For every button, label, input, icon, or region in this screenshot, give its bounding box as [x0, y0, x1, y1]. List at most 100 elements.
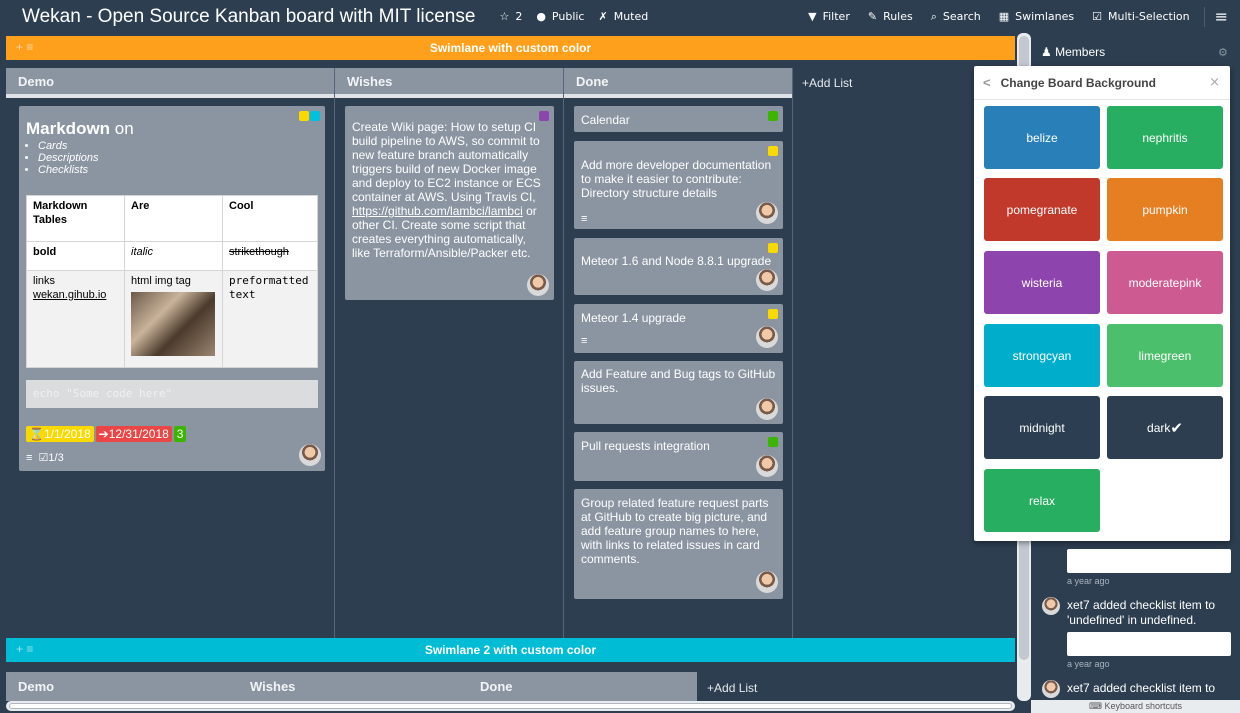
card-meteor14[interactable]: Meteor 1.4 upgrade ≡ — [574, 304, 783, 353]
comment-box[interactable] — [1067, 549, 1231, 573]
add-list-button[interactable]: +Add List — [802, 76, 852, 90]
card-pull-requests[interactable]: Pull requests integration — [574, 432, 783, 481]
card-labels — [299, 111, 320, 121]
add-list-button-2[interactable]: +Add List — [707, 681, 757, 695]
due-date-badge[interactable]: ➔12/31/2018 — [95, 426, 172, 442]
watch-button[interactable]: ✗ Muted — [598, 10, 648, 23]
comment-box[interactable] — [1067, 632, 1231, 656]
background-limegreen[interactable]: limegreen — [1107, 324, 1223, 387]
start-date-badge[interactable]: ⌛1/1/2018 — [26, 426, 94, 442]
card-feature-groups[interactable]: Group related feature request parts at G… — [574, 489, 783, 599]
search-label: Search — [942, 10, 981, 23]
visibility-label: Public — [551, 10, 585, 23]
swimlane-1-controls-icon[interactable]: + ≡ — [16, 40, 33, 54]
background-relax[interactable]: relax — [984, 469, 1100, 532]
card-wiki-ci[interactable]: Create Wiki page: How to setup CI build … — [345, 106, 554, 300]
list-header-done[interactable]: Done — [564, 68, 792, 98]
avatar[interactable] — [1042, 597, 1060, 615]
list-header-demo[interactable]: Demo — [6, 68, 334, 98]
swatch-label: pomegranate — [1006, 202, 1078, 217]
background-moderatepink[interactable]: moderatepink — [1107, 251, 1223, 314]
background-midnight[interactable]: midnight — [984, 396, 1100, 459]
spent-time-badge[interactable]: 3 — [173, 426, 187, 442]
avatar[interactable] — [756, 269, 778, 291]
gear-icon[interactable]: ⚙ — [1218, 46, 1228, 59]
avatar[interactable] — [756, 455, 778, 477]
card-dev-docs[interactable]: Add more developer documentation to make… — [574, 141, 783, 229]
list-header-done-2[interactable]: Done — [468, 672, 697, 701]
description-icon: ≡ — [26, 452, 33, 464]
list-header-wishes-2[interactable]: Wishes — [238, 672, 468, 701]
add-list-label: Add List — [809, 76, 853, 90]
swimlane-1-header[interactable]: + ≡ Swimlane with custom color — [6, 36, 1015, 60]
close-icon[interactable]: × — [1209, 75, 1220, 90]
avatar[interactable] — [1042, 680, 1060, 698]
hamburger-menu-icon[interactable]: ≡ — [1215, 7, 1228, 26]
members-label: Members — [1055, 45, 1106, 59]
swimlane-2-title: Swimlane 2 with custom color — [424, 643, 597, 657]
avatar[interactable] — [527, 274, 549, 296]
avatar[interactable] — [299, 444, 321, 466]
label-purple — [539, 111, 549, 121]
label-yellow — [299, 111, 309, 121]
add-list-label: Add List — [714, 681, 758, 695]
plus-icon: + — [802, 76, 810, 90]
card-title: Add Feature and Bug tags to GitHub issue… — [581, 367, 776, 395]
multi-selection-button[interactable]: ☑ Multi-Selection — [1092, 10, 1189, 23]
list-header-demo-2[interactable]: Demo — [6, 672, 238, 701]
cat-image — [131, 292, 215, 356]
swatch-label: midnight — [1019, 420, 1065, 435]
background-strongcyan[interactable]: strongcyan — [984, 324, 1100, 387]
lambci-link[interactable]: https://github.com/lambci/lambci — [352, 204, 523, 218]
rules-button[interactable]: ✎ Rules — [868, 10, 913, 23]
label-yellow — [768, 309, 778, 319]
table-header: Markdown Tables — [26, 195, 125, 242]
background-belize[interactable]: belize — [984, 106, 1100, 169]
swimlane-2-header[interactable]: + ≡ Swimlane 2 with custom color — [6, 638, 1015, 662]
background-nephritis[interactable]: nephritis — [1107, 106, 1223, 169]
background-pomegranate[interactable]: pomegranate — [984, 178, 1100, 241]
background-pumpkin[interactable]: pumpkin — [1107, 178, 1223, 241]
swatch-label: nephritis — [1142, 130, 1188, 145]
avatar[interactable] — [756, 398, 778, 420]
change-background-popup: < Change Board Background × belize nephr… — [974, 66, 1230, 541]
description-icon: ≡ — [581, 335, 588, 347]
card-markdown-demo[interactable]: Markdown on Cards Descriptions Checklist… — [19, 106, 325, 471]
code-block: echo "Some code here" — [26, 380, 318, 408]
board-title[interactable]: Wekan - Open Source Kanban board with MI… — [0, 6, 475, 28]
card-text: Create Wiki page: How to setup CI build … — [352, 120, 541, 204]
star-button[interactable]: ☆ 2 — [499, 10, 522, 23]
table-cell-text: html img tag — [131, 275, 191, 287]
plus-icon: + — [707, 681, 715, 695]
label-green — [768, 437, 778, 447]
board-header: Wekan - Open Source Kanban board with MI… — [0, 0, 1240, 33]
card-bullet-list: Cards Descriptions Checklists — [38, 140, 318, 176]
activity-time: a year ago — [1067, 659, 1110, 669]
list-item: Descriptions — [38, 152, 318, 164]
background-wisteria[interactable]: wisteria — [984, 251, 1100, 314]
card-meta: ≡ ☑1/3 — [26, 451, 64, 465]
view-switcher-button[interactable]: ▦ Swimlanes — [999, 10, 1074, 23]
search-button[interactable]: ⌕ Search — [931, 10, 981, 24]
swatch-label: dark — [1147, 420, 1171, 435]
avatar[interactable] — [756, 202, 778, 224]
card-calendar[interactable]: Calendar — [574, 106, 783, 132]
card-github-tags[interactable]: Add Feature and Bug tags to GitHub issue… — [574, 361, 783, 424]
chevron-left-icon[interactable]: < — [983, 75, 991, 90]
visibility-button[interactable]: ● Public — [536, 10, 584, 23]
avatar[interactable] — [756, 326, 778, 348]
swimlane-2-controls-icon[interactable]: + ≡ — [16, 642, 33, 656]
card-labels — [768, 111, 778, 121]
avatar[interactable] — [756, 571, 778, 593]
list-item: Cards — [38, 140, 318, 152]
card-meteor16[interactable]: Meteor 1.6 and Node 8.8.1 upgrade — [574, 238, 783, 295]
swatch-label: limegreen — [1138, 348, 1192, 363]
list-header-wishes[interactable]: Wishes — [335, 68, 563, 98]
filter-button[interactable]: ▼ Filter — [808, 10, 850, 23]
swatch-label: moderatepink — [1128, 275, 1202, 290]
keyboard-shortcuts-link[interactable]: ⌨ Keyboard shortcuts — [1031, 700, 1240, 713]
background-dark[interactable]: dark ✔ — [1107, 396, 1223, 459]
horizontal-scrollbar-thumb[interactable] — [9, 703, 1012, 709]
card-title: Meteor 1.4 upgrade — [581, 311, 686, 325]
wekan-link[interactable]: wekan.gihub.io — [33, 288, 118, 302]
